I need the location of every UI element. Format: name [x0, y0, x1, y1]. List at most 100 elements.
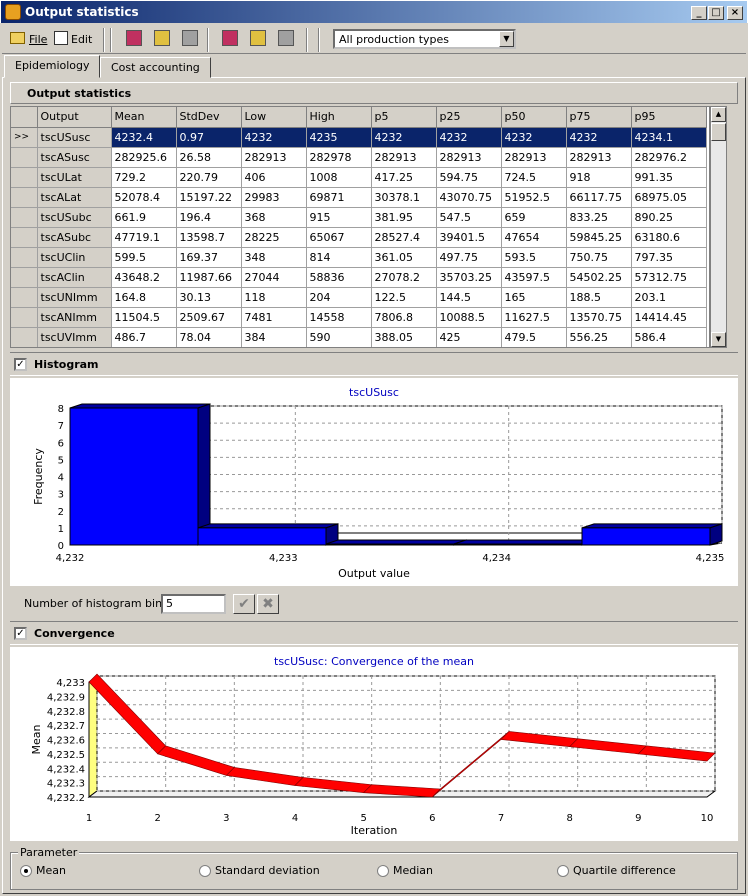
table-cell[interactable]: 368 — [241, 207, 307, 228]
histogram-checkbox[interactable]: ✓ — [14, 358, 27, 371]
table-cell[interactable]: 144.5 — [436, 287, 502, 308]
table-cell[interactable]: 13598.7 — [176, 227, 242, 248]
table-cell[interactable]: 406 — [241, 167, 307, 188]
scroll-up-icon[interactable]: ▲ — [711, 107, 726, 122]
radio-median[interactable] — [377, 865, 389, 877]
table-cell[interactable]: 479.5 — [501, 327, 567, 347]
row-output-name[interactable]: tscUVImm — [37, 327, 112, 347]
table-cell[interactable]: 43597.5 — [501, 267, 567, 288]
tab-epidemiology[interactable]: Epidemiology — [4, 55, 100, 78]
table-cell[interactable]: 425 — [436, 327, 502, 347]
table-cell[interactable]: 890.25 — [631, 207, 707, 228]
check-icon[interactable]: ✔ — [233, 594, 255, 614]
table-cell[interactable]: 282925.6 — [111, 147, 177, 168]
table-row[interactable]: >> tscUSusc 4232.4 0.97 4232 4235 4232 4232 4232… — [11, 127, 707, 148]
table-cell[interactable]: 4232.4 — [111, 127, 177, 148]
table-cell[interactable]: 54502.25 — [566, 267, 632, 288]
statistics-grid[interactable]: Output Mean StdDev Low High p5 p25 p50 p75 p95 >> t… — [10, 106, 710, 348]
save-chart-icon[interactable] — [250, 30, 266, 46]
table-cell[interactable]: 51952.5 — [501, 187, 567, 208]
table-cell[interactable]: 915 — [306, 207, 372, 228]
maximize-button[interactable]: □ — [708, 6, 724, 20]
table-cell[interactable]: 27078.2 — [371, 267, 437, 288]
column-header[interactable]: Output — [37, 107, 112, 128]
production-type-select[interactable]: All production types ▼ — [333, 29, 516, 49]
table-cell[interactable]: 39401.5 — [436, 227, 502, 248]
column-header[interactable]: StdDev — [176, 107, 242, 128]
table-cell[interactable]: 4232 — [241, 127, 307, 148]
table-cell[interactable]: 28225 — [241, 227, 307, 248]
table-cell[interactable]: 547.5 — [436, 207, 502, 228]
table-cell[interactable]: 918 — [566, 167, 632, 188]
table-row[interactable]: tscUNImm 164.8 30.13 118 204 122.5 144.5 165 188… — [11, 287, 707, 308]
edit-menu[interactable]: Edit — [71, 33, 92, 46]
scroll-down-icon[interactable]: ▼ — [711, 332, 726, 347]
table-cell[interactable]: 724.5 — [501, 167, 567, 188]
table-cell[interactable]: 1008 — [306, 167, 372, 188]
row-output-name[interactable]: tscUSubc — [37, 207, 112, 228]
column-header[interactable]: High — [306, 107, 372, 128]
radio-quartile-difference[interactable] — [557, 865, 569, 877]
row-output-name[interactable]: tscASusc — [37, 147, 112, 168]
table-cell[interactable]: 169.37 — [176, 247, 242, 268]
table-cell[interactable]: 47719.1 — [111, 227, 177, 248]
row-output-name[interactable]: tscUClin — [37, 247, 112, 268]
table-cell[interactable]: 282913 — [436, 147, 502, 168]
cancel-icon[interactable]: ✖ — [257, 594, 279, 614]
table-cell[interactable]: 204 — [306, 287, 372, 308]
table-cell[interactable]: 750.75 — [566, 247, 632, 268]
table-cell[interactable]: 118 — [241, 287, 307, 308]
table-cell[interactable]: 486.7 — [111, 327, 177, 347]
row-output-name[interactable]: tscUNImm — [37, 287, 112, 308]
table-cell[interactable]: 63180.6 — [631, 227, 707, 248]
grid-scrollbar[interactable]: ▲ ▼ — [710, 106, 727, 348]
table-cell[interactable]: 30378.1 — [371, 187, 437, 208]
save-table-icon[interactable] — [154, 30, 170, 46]
column-header[interactable]: p50 — [501, 107, 567, 128]
table-cell[interactable]: 833.25 — [566, 207, 632, 228]
table-cell[interactable]: 13570.75 — [566, 307, 632, 328]
copy-chart-icon[interactable] — [222, 30, 238, 46]
table-cell[interactable]: 4232 — [501, 127, 567, 148]
table-cell[interactable]: 282913 — [371, 147, 437, 168]
table-cell[interactable]: 68975.05 — [631, 187, 707, 208]
table-cell[interactable]: 11504.5 — [111, 307, 177, 328]
table-cell[interactable]: 590 — [306, 327, 372, 347]
radio-standard-deviation-label[interactable]: Standard deviation — [215, 864, 320, 877]
table-cell[interactable]: 4234.1 — [631, 127, 707, 148]
row-output-name[interactable]: tscANImm — [37, 307, 112, 328]
table-row[interactable]: tscUVImm 486.7 78.04 384 590 388.05 425 479.5 55… — [11, 327, 707, 347]
table-cell[interactable]: 0.97 — [176, 127, 242, 148]
table-cell[interactable]: 814 — [306, 247, 372, 268]
table-cell[interactable]: 43070.75 — [436, 187, 502, 208]
print-chart-icon[interactable] — [278, 30, 294, 46]
table-row[interactable]: tscALat 52078.4 15197.22 29983 69871 30378.1 4… — [11, 187, 707, 208]
table-cell[interactable]: 165 — [501, 287, 567, 308]
table-cell[interactable]: 43648.2 — [111, 267, 177, 288]
copy-table-icon[interactable] — [126, 30, 142, 46]
row-output-name[interactable]: tscALat — [37, 187, 112, 208]
table-row[interactable]: tscASusc 282925.6 26.58 282913 282978 282913 2… — [11, 147, 707, 168]
column-header[interactable]: Mean — [111, 107, 177, 128]
table-cell[interactable]: 14558 — [306, 307, 372, 328]
table-cell[interactable]: 78.04 — [176, 327, 242, 347]
table-cell[interactable]: 586.4 — [631, 327, 707, 347]
column-header[interactable]: p5 — [371, 107, 437, 128]
table-cell[interactable]: 58836 — [306, 267, 372, 288]
table-cell[interactable]: 384 — [241, 327, 307, 347]
table-cell[interactable]: 11987.66 — [176, 267, 242, 288]
table-cell[interactable]: 348 — [241, 247, 307, 268]
table-cell[interactable]: 556.25 — [566, 327, 632, 347]
table-row[interactable]: tscANImm 11504.5 2509.67 7481 14558 7806.8 100… — [11, 307, 707, 328]
table-cell[interactable]: 593.5 — [501, 247, 567, 268]
table-cell[interactable]: 30.13 — [176, 287, 242, 308]
table-cell[interactable]: 7806.8 — [371, 307, 437, 328]
radio-mean[interactable] — [20, 865, 32, 877]
print-table-icon[interactable] — [182, 30, 198, 46]
histogram-bins-input[interactable]: 5 — [161, 594, 226, 614]
column-header[interactable]: p25 — [436, 107, 502, 128]
table-cell[interactable]: 2509.67 — [176, 307, 242, 328]
table-cell[interactable]: 59845.25 — [566, 227, 632, 248]
file-menu[interactable]: File — [29, 33, 47, 46]
table-cell[interactable]: 381.95 — [371, 207, 437, 228]
